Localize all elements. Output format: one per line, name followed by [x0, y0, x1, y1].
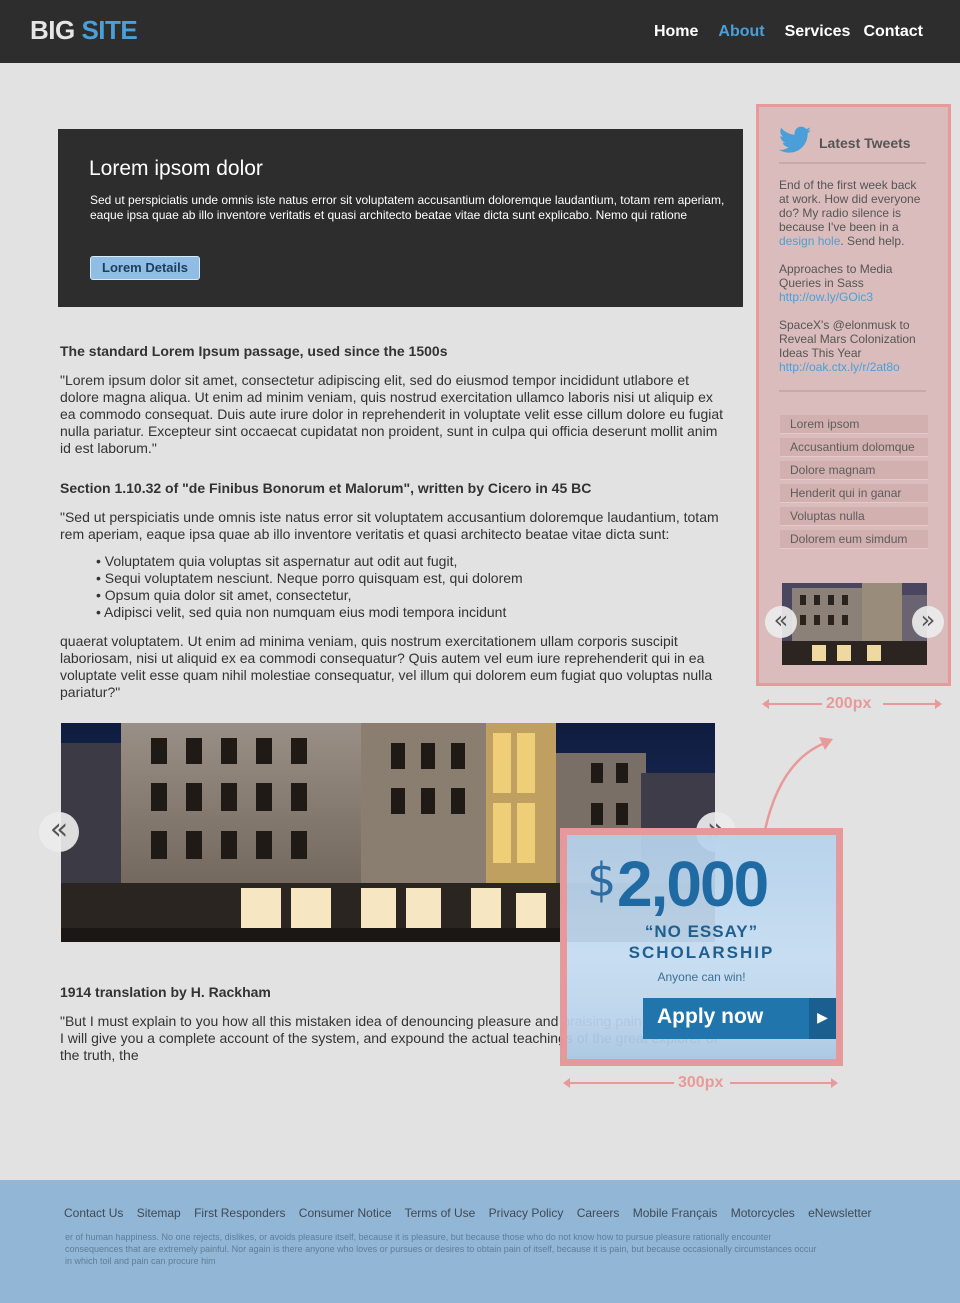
- sidebar-divider: [779, 390, 926, 392]
- sidebar-menu-item[interactable]: Voluptas nulla: [780, 507, 928, 526]
- logo-site: SITE: [81, 15, 138, 45]
- tweet-text: End of the first week back at work. How …: [779, 178, 921, 234]
- section1-text: "Lorem ipsum dolor sit amet, consectetur…: [60, 372, 724, 456]
- footer-link-terms[interactable]: Terms of Use: [405, 1206, 476, 1220]
- ad-subheadline: SCHOLARSHIP: [628, 943, 775, 962]
- nav-contact[interactable]: Contact: [863, 23, 923, 41]
- arrow-right-icon: [935, 699, 942, 709]
- sidebar-width-annotation: 200px: [762, 695, 942, 712]
- tweet-text: SpaceX's @elonmusk to Reveal Mars Coloni…: [779, 318, 916, 360]
- apply-now-label: Apply now: [657, 1005, 764, 1028]
- nav-about[interactable]: About: [718, 23, 764, 41]
- scholarship-ad[interactable]: $ 2,000 “NO ESSAY” SCHOLARSHIP Anyone ca…: [560, 828, 843, 1066]
- slider-prev-button[interactable]: «: [39, 812, 79, 852]
- logo-big: BIG: [30, 15, 75, 45]
- footer-link-enewsletter[interactable]: eNewsletter: [808, 1206, 871, 1220]
- tweet-link[interactable]: design hole: [779, 234, 840, 248]
- tweet-item: End of the first week back at work. How …: [779, 178, 929, 248]
- lorem-details-button[interactable]: Lorem Details: [90, 256, 200, 280]
- footer-link-consumer-notice[interactable]: Consumer Notice: [299, 1206, 392, 1220]
- hero-text: Sed ut perspiciatis unde omnis iste natu…: [90, 193, 725, 222]
- sidebar-slider-prev-button[interactable]: «: [765, 606, 797, 638]
- footer-link-careers[interactable]: Careers: [577, 1206, 620, 1220]
- nav-home[interactable]: Home: [654, 23, 698, 41]
- footer-links: Contact Us Sitemap First Responders Cons…: [64, 1206, 881, 1220]
- footer-link-contact-us[interactable]: Contact Us: [64, 1206, 123, 1220]
- arrow-right-icon: [831, 1078, 838, 1088]
- sidebar-width-label: 200px: [826, 695, 872, 712]
- sidebar-divider: [779, 162, 926, 164]
- ad-dollar-sign: $: [587, 853, 617, 907]
- list-item: Sequi voluptatem nesciunt. Neque porro q…: [96, 570, 696, 587]
- site-header: BIG SITE Home About Services Contact: [0, 0, 960, 63]
- hero-banner: Lorem ipsom dolor Sed ut perspiciatis un…: [58, 129, 743, 307]
- list-item: Adipisci velit, sed quia non numquam eiu…: [96, 604, 696, 621]
- tweet-text-after: . Send help.: [840, 234, 905, 248]
- footer-link-motorcycles[interactable]: Motorcycles: [731, 1206, 795, 1220]
- sidebar-menu-item[interactable]: Dolorem eum simdum: [780, 530, 928, 549]
- section2-after-text: quaerat voluptatem. Ut enim ad minima ve…: [60, 633, 713, 700]
- ad-width-label: 300px: [678, 1074, 724, 1091]
- sidebar-photo: [782, 583, 927, 665]
- footer-disclaimer: er of human happiness. No one rejects, d…: [65, 1232, 817, 1266]
- footer-link-sitemap[interactable]: Sitemap: [137, 1206, 181, 1220]
- main-nav: Home About Services Contact: [634, 23, 923, 41]
- list-item: Opsum quia dolor sit amet, consectetur,: [96, 587, 696, 604]
- sidebar: Latest Tweets End of the first week back…: [756, 104, 951, 686]
- bullet-list: Voluptatem quia voluptas sit aspernatur …: [96, 553, 696, 621]
- ad-width-annotation: 300px: [563, 1074, 838, 1091]
- section2-text: "Sed ut perspiciatis unde omnis iste nat…: [60, 509, 719, 542]
- tweet-link[interactable]: http://oak.ctx.ly/r/2at8o: [779, 360, 900, 374]
- tweet-link[interactable]: http://ow.ly/GOic3: [779, 290, 873, 304]
- play-arrow-icon: ▶: [809, 998, 836, 1039]
- sidebar-menu-item[interactable]: Accusantium dolomque: [780, 438, 928, 457]
- sidebar-slider-next-button[interactable]: »: [912, 606, 944, 638]
- section1-title: The standard Lorem Ipsum passage, used s…: [60, 343, 448, 359]
- sidebar-menu-item[interactable]: Henderit qui in ganar: [780, 484, 928, 503]
- footer-link-mobile-francais[interactable]: Mobile Français: [633, 1206, 718, 1220]
- tweet-item: Approaches to Media Queries in Sass http…: [779, 262, 929, 304]
- latest-tweets-title: Latest Tweets: [819, 135, 911, 151]
- footer-link-first-responders[interactable]: First Responders: [194, 1206, 285, 1220]
- tweet-text: Approaches to Media Queries in Sass: [779, 262, 893, 290]
- sidebar-menu-item[interactable]: Dolore magnam: [780, 461, 928, 480]
- annotation-curve-arrow-icon: [763, 737, 833, 831]
- footer-link-privacy[interactable]: Privacy Policy: [489, 1206, 564, 1220]
- section2-title: Section 1.10.32 of "de Finibus Bonorum e…: [60, 480, 592, 496]
- ad-headline: “NO ESSAY”: [644, 922, 759, 941]
- nav-services[interactable]: Services: [785, 23, 851, 41]
- sidebar-menu-item[interactable]: Lorem ipsom: [780, 415, 928, 434]
- hero-title: Lorem ipsom dolor: [89, 157, 263, 180]
- tweet-item: SpaceX's @elonmusk to Reveal Mars Coloni…: [779, 318, 929, 374]
- twitter-bird-icon: [779, 126, 811, 153]
- ad-tagline: Anyone can win!: [657, 970, 746, 984]
- ad-amount: 2,000: [617, 848, 769, 920]
- site-footer: Contact Us Sitemap First Responders Cons…: [0, 1180, 960, 1303]
- site-logo[interactable]: BIG SITE: [30, 15, 138, 46]
- list-item: Voluptatem quia voluptas sit aspernatur …: [96, 553, 696, 570]
- apply-now-button[interactable]: Apply now ▶: [643, 998, 836, 1039]
